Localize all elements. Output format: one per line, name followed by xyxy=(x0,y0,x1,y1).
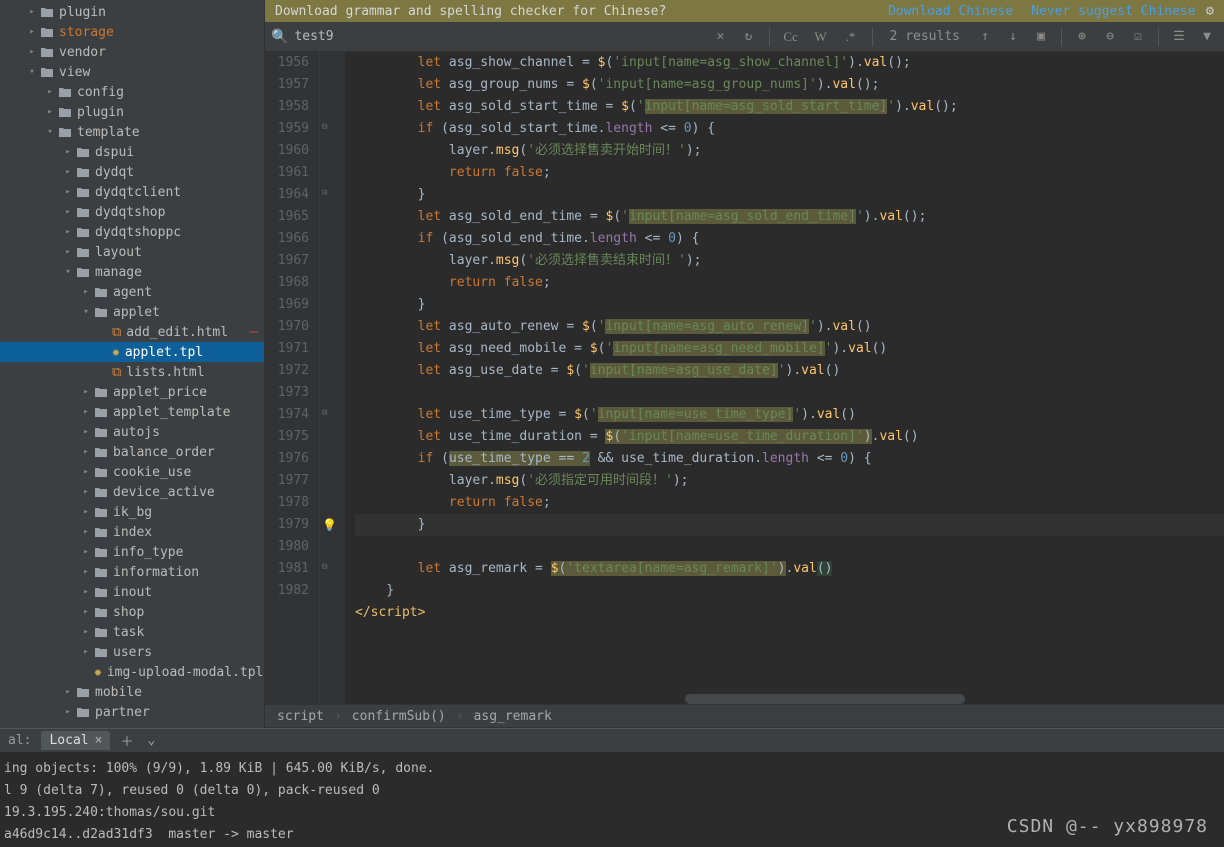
select-all-occurrences-icon[interactable]: ☑ xyxy=(1127,26,1149,48)
tree-item-layout[interactable]: ▸layout xyxy=(0,242,264,262)
whole-word-toggle[interactable]: W xyxy=(809,26,833,48)
tree-item-inout[interactable]: ▸inout xyxy=(0,582,264,602)
tree-item-applet_price[interactable]: ▸applet_price xyxy=(0,382,264,402)
close-icon[interactable]: × xyxy=(95,733,103,748)
tree-item-manage[interactable]: ▾manage xyxy=(0,262,264,282)
next-match-icon[interactable]: ↓ xyxy=(1002,26,1024,48)
chevron-right-icon: › xyxy=(456,709,464,724)
breadcrumb[interactable]: script › confirmSub() › asg_remark xyxy=(265,704,1224,728)
tree-item-ik_bg[interactable]: ▸ik_bg xyxy=(0,502,264,522)
fold-gutter[interactable]: ⊟⊟⊟💡⊟ xyxy=(320,52,340,704)
project-tree[interactable]: ▸plugin▸storage▸vendor▾view▸config▸plugi… xyxy=(0,0,265,728)
download-chinese-link[interactable]: Download Chinese xyxy=(888,4,1013,19)
tree-item-view[interactable]: ▾view xyxy=(0,62,264,82)
settings-toggle-icon[interactable]: ☰ xyxy=(1168,26,1190,48)
tree-item-cookie_use[interactable]: ▸cookie_use xyxy=(0,462,264,482)
line-number-gutter[interactable]: 1956195719581959196019611964196519661967… xyxy=(265,52,320,704)
search-icon: 🔍 xyxy=(271,29,288,45)
chevron-right-icon: › xyxy=(334,709,342,724)
new-terminal-icon[interactable]: ＋ xyxy=(116,731,137,750)
tree-item-autojs[interactable]: ▸autojs xyxy=(0,422,264,442)
filter-icon[interactable]: ▼ xyxy=(1196,26,1218,48)
tree-item-template[interactable]: ▾template xyxy=(0,122,264,142)
tree-item-balance_order[interactable]: ▸balance_order xyxy=(0,442,264,462)
tree-item-agent[interactable]: ▸agent xyxy=(0,282,264,302)
tree-item-applet-tpl[interactable]: ✹applet.tpl xyxy=(0,342,264,362)
tree-item-storage[interactable]: ▸storage xyxy=(0,22,264,42)
never-suggest-link[interactable]: Never suggest Chinese xyxy=(1031,4,1195,19)
notification-banner: Download grammar and spelling checker fo… xyxy=(265,0,1224,22)
prev-match-icon[interactable]: ↑ xyxy=(974,26,996,48)
tree-item-add_edit-html[interactable]: ⧉add_edit.html— xyxy=(0,322,264,342)
terminal-label: al: xyxy=(4,733,35,748)
search-results-count: 2 results xyxy=(882,29,968,44)
add-selection-icon[interactable]: ⊕ xyxy=(1071,26,1093,48)
tree-item-applet_template[interactable]: ▸applet_template xyxy=(0,402,264,422)
gear-icon[interactable]: ⚙ xyxy=(1206,3,1214,19)
find-bar: 🔍 ✕ ↻ Cc W .* 2 results ↑ ↓ ▣ ⊕ ⊖ ☑ ☰ ▼ xyxy=(265,22,1224,52)
tree-item-shop[interactable]: ▸shop xyxy=(0,602,264,622)
breadcrumb-item[interactable]: confirmSub() xyxy=(352,709,446,724)
terminal-tabs: al: Local × ＋ ⌄ xyxy=(0,728,1224,752)
breadcrumb-item[interactable]: asg_remark xyxy=(474,709,552,724)
tree-item-img-upload-modal-tpl[interactable]: ✹img-upload-modal.tpl xyxy=(0,662,264,682)
tree-item-task[interactable]: ▸task xyxy=(0,622,264,642)
clear-search-icon[interactable]: ✕ xyxy=(710,26,732,48)
search-history-icon[interactable]: ↻ xyxy=(738,26,760,48)
tree-item-plugin[interactable]: ▸plugin xyxy=(0,2,264,22)
terminal-dropdown-icon[interactable]: ⌄ xyxy=(143,733,159,748)
tree-item-config[interactable]: ▸config xyxy=(0,82,264,102)
tree-item-information[interactable]: ▸information xyxy=(0,562,264,582)
tree-item-info_type[interactable]: ▸info_type xyxy=(0,542,264,562)
match-case-toggle[interactable]: Cc xyxy=(779,26,803,48)
terminal-tab-local[interactable]: Local × xyxy=(41,731,110,750)
regex-toggle[interactable]: .* xyxy=(839,26,863,48)
tree-item-dspui[interactable]: ▸dspui xyxy=(0,142,264,162)
tree-item-dydqt[interactable]: ▸dydqt xyxy=(0,162,264,182)
tree-item-vendor[interactable]: ▸vendor xyxy=(0,42,264,62)
tree-item-dydqtshop[interactable]: ▸dydqtshop xyxy=(0,202,264,222)
code-editor[interactable]: 1956195719581959196019611964196519661967… xyxy=(265,52,1224,704)
remove-selection-icon[interactable]: ⊖ xyxy=(1099,26,1121,48)
tree-item-plugin[interactable]: ▸plugin xyxy=(0,102,264,122)
horizontal-scrollbar[interactable] xyxy=(685,694,965,704)
breadcrumb-item[interactable]: script xyxy=(277,709,324,724)
tree-item-device_active[interactable]: ▸device_active xyxy=(0,482,264,502)
tree-item-partner[interactable]: ▸partner xyxy=(0,702,264,722)
search-input[interactable] xyxy=(294,22,703,51)
tree-item-lists-html[interactable]: ⧉lists.html xyxy=(0,362,264,382)
tree-item-index[interactable]: ▸index xyxy=(0,522,264,542)
select-all-icon[interactable]: ▣ xyxy=(1030,26,1052,48)
tree-item-dydqtshoppc[interactable]: ▸dydqtshoppc xyxy=(0,222,264,242)
tree-item-dydqtclient[interactable]: ▸dydqtclient xyxy=(0,182,264,202)
watermark: CSDN @-- yx898978 xyxy=(1007,816,1208,837)
code-area[interactable]: let asg_show_channel = $('input[name=asg… xyxy=(345,52,1224,704)
tree-item-applet[interactable]: ▾applet xyxy=(0,302,264,322)
banner-message: Download grammar and spelling checker fo… xyxy=(275,4,870,19)
tree-item-users[interactable]: ▸users xyxy=(0,642,264,662)
tree-item-mobile[interactable]: ▸mobile xyxy=(0,682,264,702)
